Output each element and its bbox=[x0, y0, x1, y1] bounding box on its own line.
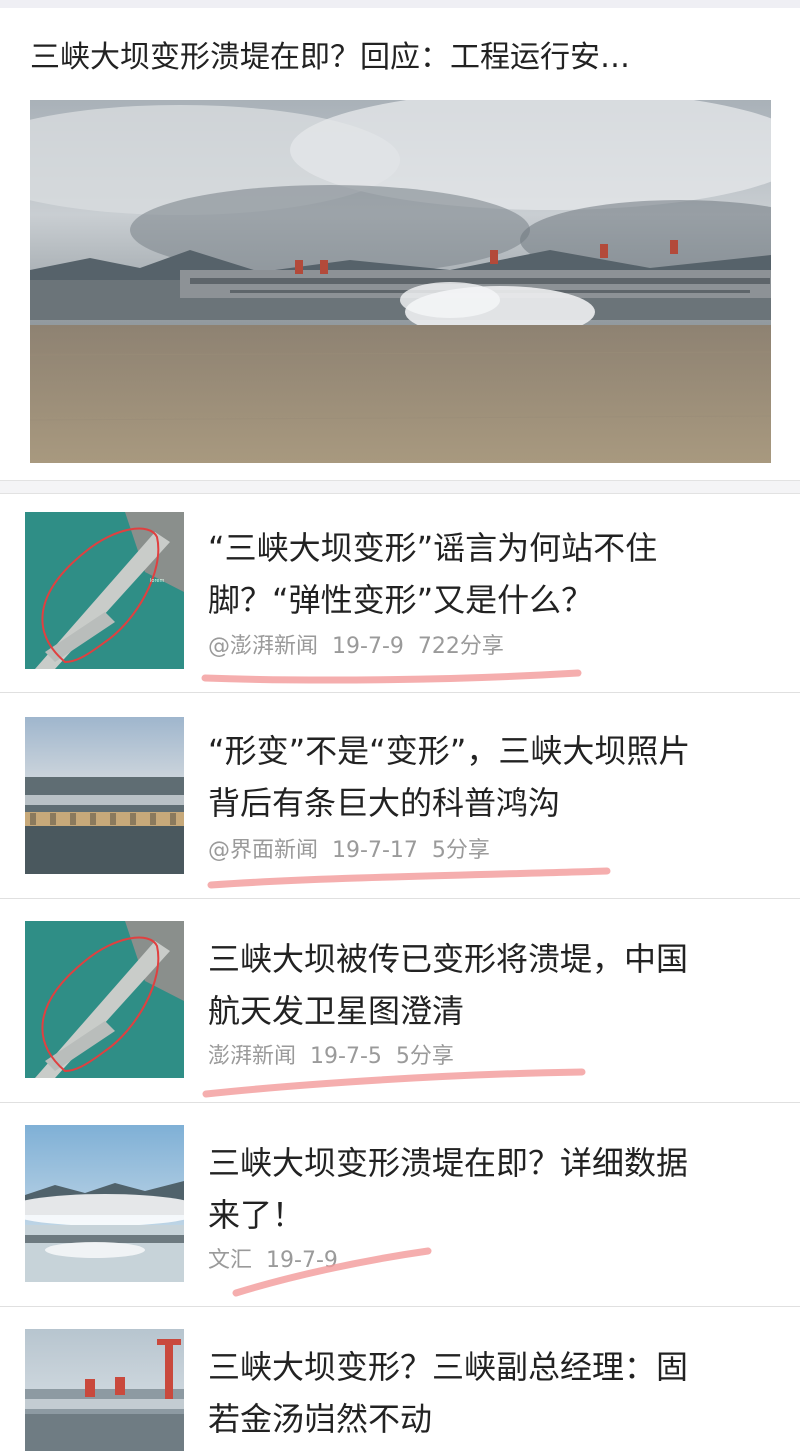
misty-dam-thumb bbox=[25, 1125, 184, 1282]
headline-line: 三峡大坝变形溃堤在即？详细数据 bbox=[208, 1144, 689, 1182]
hero-image[interactable] bbox=[30, 100, 771, 463]
headline-line: 三峡大坝变形？三峡副总经理：固 bbox=[208, 1348, 689, 1386]
article-headline[interactable]: “形变”不是“变形”，三峡大坝照片 背后有条巨大的科普鸿沟 bbox=[208, 725, 778, 829]
share-count: 5分享 bbox=[431, 838, 490, 863]
headline-line: 三峡大坝被传已变形将溃堤，中国 bbox=[208, 940, 689, 978]
handwritten-underline bbox=[202, 1068, 586, 1098]
list-item[interactable]: “形变”不是“变形”，三峡大坝照片 背后有条巨大的科普鸿沟 @界面新闻 19-7-… bbox=[0, 693, 800, 898]
handwritten-underline bbox=[207, 867, 611, 889]
handwritten-underline bbox=[232, 1247, 432, 1297]
headline-line: “形变”不是“变形”，三峡大坝照片 bbox=[208, 732, 691, 770]
headline-line: “三峡大坝变形”谣言为何站不住 bbox=[208, 529, 658, 567]
list-item[interactable]: 三峡大坝变形溃堤在即？详细数据 来了！ 文汇 19-7-9 bbox=[0, 1103, 800, 1306]
crane-dam-thumb bbox=[25, 1329, 184, 1451]
list-item[interactable]: lorem “三峡大坝变形”谣言为何站不住 脚？“弹性变形”又是什么？ @澎湃新… bbox=[0, 494, 800, 691]
headline-line: 脚？“弹性变形”又是什么？ bbox=[208, 581, 594, 619]
satellite-dam-thumb bbox=[25, 921, 184, 1078]
headline-line: 若金汤岿然不动 bbox=[208, 1400, 433, 1438]
article-meta: @澎湃新闻 19-7-9 722分享 bbox=[208, 628, 518, 660]
svg-text:lorem: lorem bbox=[150, 578, 164, 584]
article-headline[interactable]: “三峡大坝变形”谣言为何站不住 脚？“弹性变形”又是什么？ bbox=[208, 522, 778, 626]
date-label: 19-7-9 bbox=[332, 634, 404, 659]
headline-line: 航天发卫星图澄清 bbox=[208, 992, 465, 1030]
satellite-dam-thumb: lorem bbox=[25, 512, 184, 669]
headline-line: 背后有条巨大的科普鸿沟 bbox=[208, 784, 561, 822]
date-label: 19-7-17 bbox=[332, 838, 418, 863]
section-divider bbox=[0, 480, 800, 494]
headline-line: 来了！ bbox=[208, 1196, 305, 1234]
top-bar bbox=[0, 0, 800, 8]
dam-panorama-thumb bbox=[25, 717, 184, 874]
list-item[interactable]: 三峡大坝被传已变形将溃堤，中国 航天发卫星图澄清 澎湃新闻 19-7-5 5分享 bbox=[0, 899, 800, 1102]
article-headline[interactable]: 三峡大坝变形？三峡副总经理：固 若金汤岿然不动 bbox=[208, 1341, 778, 1445]
source-label: @界面新闻 bbox=[208, 838, 319, 863]
share-count: 722分享 bbox=[417, 634, 504, 659]
handwritten-underline bbox=[201, 669, 582, 684]
list-item[interactable]: 三峡大坝变形？三峡副总经理：固 若金汤岿然不动 bbox=[0, 1307, 800, 1451]
source-label: @澎湃新闻 bbox=[208, 634, 319, 659]
hero-title[interactable]: 三峡大坝变形溃堤在即？回应：工程运行安… bbox=[30, 36, 775, 80]
article-headline[interactable]: 三峡大坝被传已变形将溃堤，中国 航天发卫星图澄清 bbox=[208, 933, 778, 1037]
article-headline[interactable]: 三峡大坝变形溃堤在即？详细数据 来了！ bbox=[208, 1137, 778, 1241]
article-meta: @界面新闻 19-7-17 5分享 bbox=[208, 832, 504, 864]
